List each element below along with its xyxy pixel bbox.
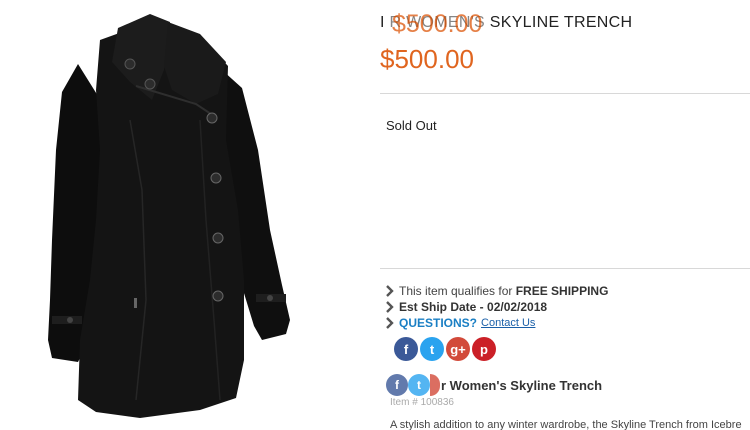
chevron-right-icon: [386, 301, 394, 313]
ship-date: Est Ship Date - 02/02/2018: [399, 300, 548, 314]
social-share-buttons: f t g+ p: [394, 337, 496, 361]
facebook-icon[interactable]: f: [394, 337, 418, 361]
product-image[interactable]: [0, 0, 375, 430]
contact-us-link[interactable]: Contact Us: [481, 317, 535, 329]
questions-label: QUESTIONS?: [399, 316, 478, 330]
product-subtitle: r Women's Skyline Trench: [441, 378, 603, 393]
shipping-info-list: This item qualifies for FREE SHIPPING Es…: [384, 283, 750, 331]
stock-status: Sold Out: [386, 118, 437, 133]
product-title-row: I R WOMEN'S SKYLINE TRENCH $500.00: [380, 10, 750, 40]
google-plus-icon[interactable]: [430, 374, 440, 396]
chevron-right-icon: [386, 317, 394, 329]
sub-title-row: f t r Women's Skyline Trench: [386, 374, 750, 398]
questions-line: QUESTIONS? Contact Us: [384, 315, 750, 331]
divider: [380, 93, 750, 94]
coat-image: [48, 14, 290, 418]
title-overlay-price: $500.00: [388, 10, 487, 39]
twitter-icon[interactable]: t: [420, 337, 444, 361]
product-info-panel: I R WOMEN'S SKYLINE TRENCH $500.00 $500.…: [380, 0, 750, 430]
free-shipping-prefix: This item qualifies for: [399, 284, 513, 298]
ship-date-line: Est Ship Date - 02/02/2018: [384, 299, 750, 315]
product-price: $500.00: [380, 44, 474, 74]
free-shipping-label: FREE SHIPPING: [515, 284, 609, 298]
product-description: A stylish addition to any winter wardrob…: [390, 419, 742, 430]
divider: [380, 268, 750, 269]
pinterest-icon[interactable]: p: [472, 337, 496, 361]
google-plus-icon[interactable]: g+: [446, 337, 470, 361]
chevron-right-icon: [386, 285, 394, 297]
twitter-icon[interactable]: t: [408, 374, 430, 396]
facebook-icon[interactable]: f: [386, 374, 408, 396]
free-shipping-line: This item qualifies for FREE SHIPPING: [384, 283, 750, 299]
item-number: Item # 100836: [390, 397, 454, 408]
